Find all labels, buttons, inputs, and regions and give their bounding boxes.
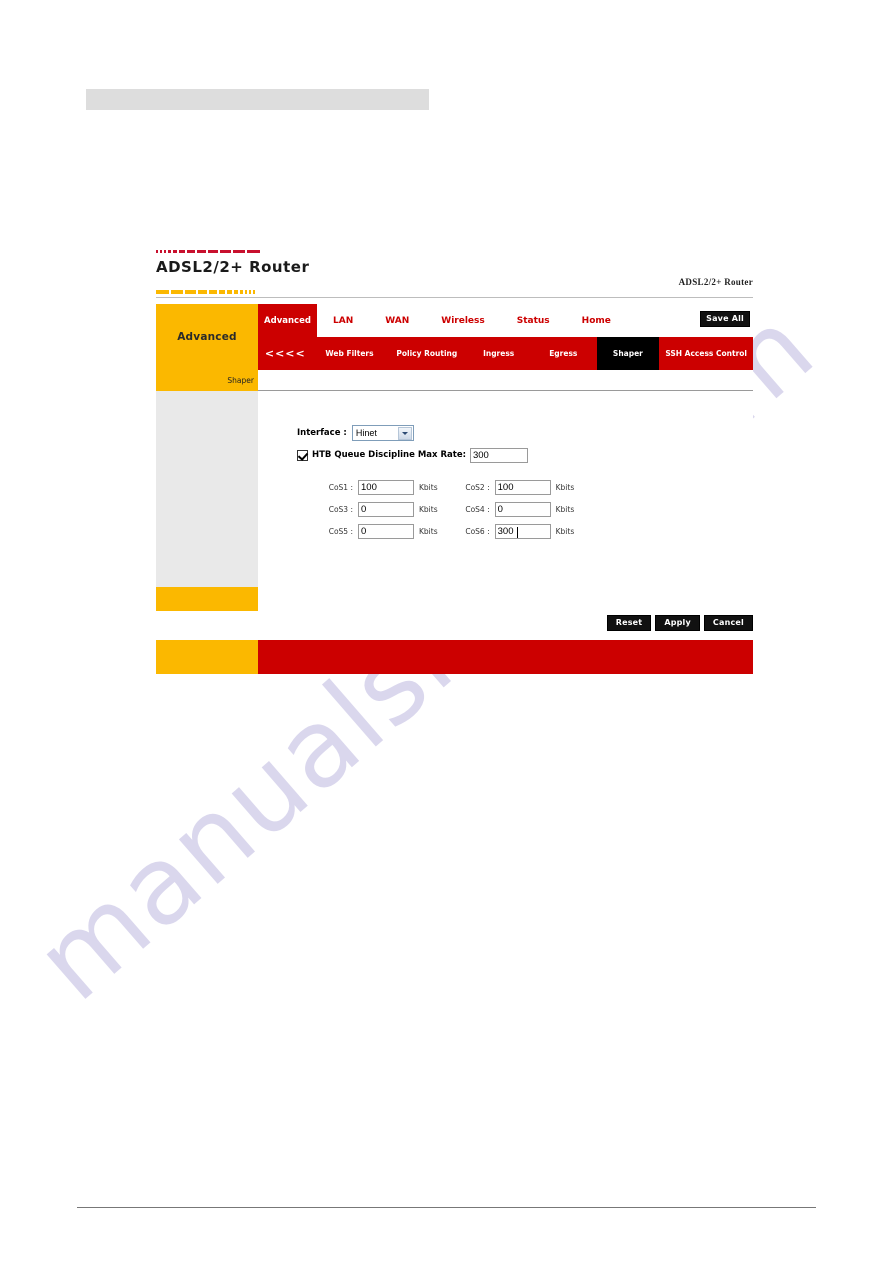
nav-subtab-shaper[interactable]: Shaper [596,337,660,370]
cos6-unit: Kbits [555,526,575,536]
nav-back-arrows-icon[interactable]: <<<< [258,337,313,370]
chevron-down-icon[interactable] [397,427,412,440]
cos2-input[interactable]: 100 [494,479,551,495]
cos2-unit: Kbits [555,482,575,492]
action-buttons: Reset Apply Cancel [606,615,753,631]
nav-subtab-policy-routing[interactable]: Policy Routing [386,337,467,370]
nav-tab-lan[interactable]: LAN [317,316,369,326]
apply-button[interactable]: Apply [655,615,700,631]
router-web-ui: ADSL2/2+ Router ADSL2/2+ Router Advanced… [156,249,753,674]
cos6-input[interactable]: 300 [494,523,551,539]
nav-tab-wireless[interactable]: Wireless [425,316,500,326]
nav-tab-advanced[interactable]: Advanced [258,304,317,337]
brand-corner-text: ADSL2/2+ Router [678,277,753,287]
cos6-label: CoS6 : [465,526,490,536]
cos4-unit: Kbits [555,504,575,514]
footer-red-block [258,640,753,674]
logo-dashes-top-icon [156,249,268,253]
reset-button[interactable]: Reset [606,615,652,631]
footer-bar [156,640,753,674]
cos-row: CoS5 : 0 Kbits CoS6 : 300 Kbits [319,520,574,542]
content-area: Shaper Interface : Hinet HTB Queue Disci… [156,370,753,611]
nav-subtab-egress[interactable]: Egress [530,337,596,370]
interface-label: Interface : [297,428,347,438]
nav-subtab-web-filters[interactable]: Web Filters [313,337,387,370]
cos1-input[interactable]: 100 [358,479,414,495]
nav-subtab-ssh-access-control[interactable]: SSH Access Control [659,337,753,370]
cos-row: CoS3 : 0 Kbits CoS4 : 0 Kbits [319,498,574,520]
cos3-field: CoS3 : 0 Kbits [319,501,438,517]
primary-nav: Advanced LAN WAN Wireless Status Home Sa… [258,304,753,337]
cos1-label: CoS1 : [328,482,353,492]
cos-row: CoS1 : 100 Kbits CoS2 : 100 Kbits [319,476,574,498]
logo-dashes-bottom-icon [156,290,268,294]
brand-header: ADSL2/2+ Router ADSL2/2+ Router [156,249,753,298]
page-bottom-rule [77,1207,816,1208]
document-top-gray-bar [86,89,429,110]
nav-tab-home[interactable]: Home [566,316,627,326]
cos4-label: CoS4 : [465,504,490,514]
sidebar: Shaper [156,370,258,611]
panel-top-divider [258,390,753,391]
footer-gold-block [156,640,258,674]
shaper-form: Interface : Hinet HTB Queue Discipline M… [297,423,574,542]
interface-select[interactable]: Hinet [351,425,414,441]
cos1-field: CoS1 : 100 Kbits [319,479,438,495]
nav-tab-status[interactable]: Status [501,316,566,326]
nav-subtab-ingress[interactable]: Ingress [467,337,530,370]
cos5-input[interactable]: 0 [358,523,414,539]
cos3-input[interactable]: 0 [358,501,414,517]
action-button-bar: Reset Apply Cancel [156,611,753,640]
sidebar-footer-block [156,587,258,611]
nav-section-label: Advanced [177,331,237,343]
interface-select-value: Hinet [355,428,377,438]
cos4-field: CoS4 : 0 Kbits [456,501,575,517]
nav-tab-wan[interactable]: WAN [369,316,425,326]
brand-divider [156,297,753,298]
cos5-label: CoS5 : [328,526,353,536]
cancel-button[interactable]: Cancel [703,615,753,631]
cos5-unit: Kbits [419,526,438,536]
nav-rows: Advanced LAN WAN Wireless Status Home Sa… [258,304,753,370]
htb-row: HTB Queue Discipline Max Rate: 300 [297,445,574,465]
nav-section-badge: Advanced [156,304,258,370]
sidebar-header: Shaper [156,370,258,391]
navigation-block: Advanced Advanced LAN WAN Wireless Statu… [156,304,753,370]
cos2-label: CoS2 : [465,482,490,492]
sidebar-header-label: Shaper [227,376,254,385]
secondary-nav: <<<< Web Filters Policy Routing Ingress … [258,337,753,370]
settings-panel: Interface : Hinet HTB Queue Discipline M… [258,370,753,611]
cos1-unit: Kbits [419,482,438,492]
cos4-input[interactable]: 0 [494,501,551,517]
cos-grid: CoS1 : 100 Kbits CoS2 : 100 Kbits CoS3 : [319,476,574,542]
htb-queue-discipline-checkbox[interactable] [297,449,308,461]
cos6-field: CoS6 : 300 Kbits [456,523,575,539]
cos5-field: CoS5 : 0 Kbits [319,523,438,539]
cos2-field: CoS2 : 100 Kbits [456,479,575,495]
cos3-label: CoS3 : [328,504,353,514]
max-rate-input[interactable]: 300 [469,447,528,463]
cos3-unit: Kbits [419,504,438,514]
logo-text: ADSL2/2+ Router [156,258,310,276]
interface-row: Interface : Hinet [297,423,574,443]
htb-queue-discipline-label: HTB Queue Discipline Max Rate: [312,450,466,460]
save-all-button[interactable]: Save All [700,311,750,327]
